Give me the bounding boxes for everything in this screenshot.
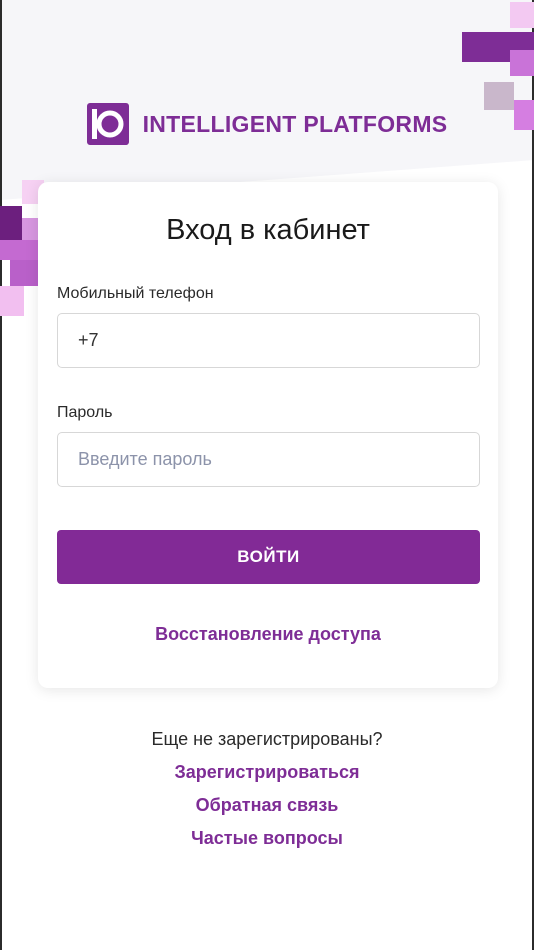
- restore-access-link[interactable]: Восстановление доступа: [38, 624, 498, 645]
- register-link[interactable]: Зарегистрироваться: [0, 762, 534, 783]
- login-title: Вход в кабинет: [166, 214, 370, 246]
- brand-name: INTELLIGENT PLATFORMS: [142, 110, 448, 137]
- phone-input[interactable]: [57, 313, 480, 368]
- phone-label: Мобильный телефон: [57, 285, 214, 302]
- brand-logo: INTELLIGENT PLATFORMS: [0, 100, 534, 148]
- platform-logo-icon: [86, 103, 129, 145]
- faq-link[interactable]: Частые вопросы: [0, 828, 534, 849]
- login-button[interactable]: ВОЙТИ: [57, 530, 480, 584]
- not-registered-text: Еще не зарегистрированы?: [151, 729, 383, 749]
- password-label: Пароль: [57, 404, 113, 421]
- feedback-link[interactable]: Обратная связь: [0, 795, 534, 816]
- login-card: Вход в кабинет Мобильный телефон Пароль …: [38, 182, 498, 688]
- password-input[interactable]: [57, 432, 480, 487]
